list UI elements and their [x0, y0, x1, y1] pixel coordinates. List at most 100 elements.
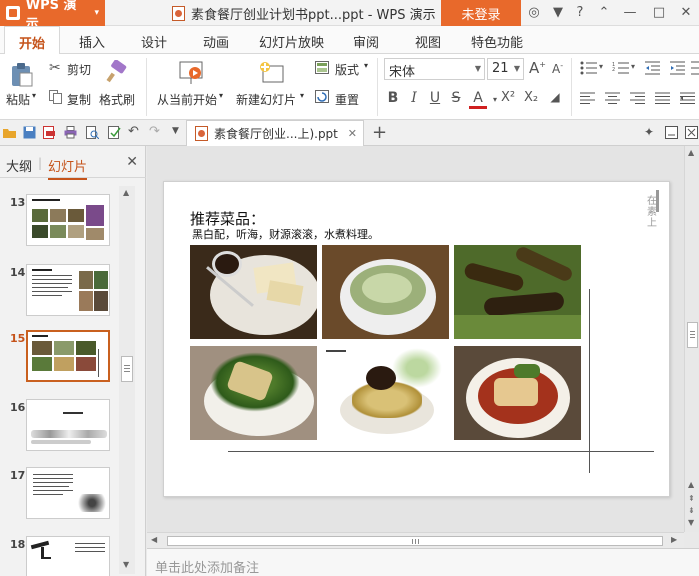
- tab-outline[interactable]: 大纲: [6, 156, 32, 175]
- canvas-horizontal-scrollbar[interactable]: ◀ ▶: [147, 532, 684, 548]
- canvas-vertical-scrollbar[interactable]: ▲ ▲ ⇞ ⇟ ▼: [684, 146, 699, 532]
- slide-subtitle[interactable]: 黑白配，听海，财源滚滚，水煮料理。: [192, 226, 379, 242]
- tab-insert[interactable]: 插入: [79, 32, 105, 51]
- slideshow-icon[interactable]: [178, 60, 206, 86]
- undo-icon[interactable]: ↶: [128, 124, 141, 139]
- layout-icon[interactable]: [315, 61, 329, 74]
- scrollbar-thumb[interactable]: [167, 536, 663, 546]
- dish-photo-stew[interactable]: [454, 346, 581, 440]
- italic-button[interactable]: I: [405, 90, 423, 106]
- font-color-button[interactable]: A: [469, 90, 487, 109]
- slide-thumbnail[interactable]: 14: [0, 264, 118, 320]
- align-left-icon[interactable]: [580, 92, 596, 104]
- increase-font-icon[interactable]: A+: [529, 59, 546, 77]
- from-current-dropdown-icon[interactable]: ▾: [219, 91, 223, 100]
- print-preview-icon[interactable]: [86, 126, 100, 140]
- underline-button[interactable]: U: [426, 90, 444, 106]
- slide-15[interactable]: 在素上 推荐菜品： 黑白配，听海，财源滚滚，水煮料理。: [163, 181, 670, 497]
- format-painter-button[interactable]: 格式刷: [99, 91, 135, 108]
- tab-slides[interactable]: 幻灯片: [48, 156, 88, 180]
- tab-home[interactable]: 开始: [4, 26, 61, 55]
- pin-icon[interactable]: ✦: [644, 125, 657, 139]
- cut-button[interactable]: 剪切: [67, 61, 91, 78]
- dish-photo-salad[interactable]: [190, 346, 317, 440]
- print-icon[interactable]: [64, 126, 77, 139]
- numbered-dropdown-icon[interactable]: ▾: [631, 62, 635, 71]
- add-tab-icon[interactable]: +: [372, 122, 387, 143]
- tab-review[interactable]: 审阅: [353, 32, 379, 51]
- decrease-font-icon[interactable]: A-: [552, 61, 563, 76]
- slides-panel-scrollbar[interactable]: ▲ ▼: [119, 186, 135, 574]
- slide-thumbnail[interactable]: 18: [0, 536, 118, 576]
- align-right-icon[interactable]: [630, 92, 646, 104]
- dish-photo-soup[interactable]: [322, 245, 449, 339]
- line-spacing-icon[interactable]: [690, 61, 699, 75]
- font-name-select[interactable]: 宋体 ▼: [384, 58, 485, 80]
- login-button[interactable]: 未登录: [441, 0, 521, 26]
- next-slide-icon[interactable]: ⇟: [688, 506, 695, 515]
- tab-animation[interactable]: 动画: [203, 32, 229, 51]
- new-slide-dropdown-icon[interactable]: ▾: [300, 91, 304, 100]
- minimize-doc-icon[interactable]: [665, 126, 678, 139]
- layout-dropdown-icon[interactable]: ▾: [364, 61, 368, 70]
- numbered-list-icon[interactable]: 12: [612, 61, 630, 75]
- align-center-icon[interactable]: [605, 92, 621, 104]
- shirt-icon[interactable]: ▼: [549, 4, 567, 22]
- bold-button[interactable]: B: [384, 90, 402, 106]
- tab-features[interactable]: 特色功能: [471, 32, 523, 51]
- tab-view[interactable]: 视图: [415, 32, 441, 51]
- dish-photo-tofu[interactable]: [190, 245, 317, 339]
- paste-dropdown-icon[interactable]: ▾: [32, 91, 36, 100]
- justify-icon[interactable]: [655, 92, 671, 104]
- tab-design[interactable]: 设计: [141, 32, 167, 51]
- from-current-button[interactable]: 从当前开始: [157, 91, 217, 108]
- scrollbar-thumb[interactable]: [687, 322, 698, 348]
- bullet-dropdown-icon[interactable]: ▾: [599, 62, 603, 71]
- layout-button[interactable]: 版式: [335, 61, 359, 78]
- help-icon[interactable]: ?: [571, 4, 589, 22]
- subscript-button[interactable]: X₂: [520, 90, 542, 105]
- spell-check-icon[interactable]: [108, 126, 121, 139]
- bullet-list-icon[interactable]: [580, 61, 598, 75]
- open-folder-icon[interactable]: [3, 126, 16, 139]
- close-icon[interactable]: ✕: [677, 4, 695, 22]
- text-effect-icon[interactable]: ◢: [546, 90, 564, 104]
- superscript-button[interactable]: X²: [497, 90, 519, 105]
- strikethrough-button[interactable]: S: [447, 90, 465, 106]
- new-slide-icon[interactable]: [258, 60, 286, 86]
- scroll-down-icon[interactable]: ▼: [688, 518, 694, 527]
- redo-icon[interactable]: ↷: [149, 124, 162, 139]
- close-tab-icon[interactable]: ✕: [348, 127, 357, 140]
- close-doc-icon[interactable]: [685, 126, 698, 139]
- reset-icon[interactable]: [315, 90, 329, 103]
- document-tab[interactable]: 素食餐厅创业...上).ppt ✕: [186, 120, 364, 146]
- slide-thumbnail[interactable]: 16: [0, 399, 118, 455]
- distributed-align-icon[interactable]: [680, 92, 696, 104]
- scroll-up-icon[interactable]: ▲: [123, 188, 129, 197]
- tab-slideshow[interactable]: 幻灯片放映: [259, 32, 324, 51]
- decrease-indent-icon[interactable]: [645, 61, 661, 75]
- skin-icon[interactable]: ◎: [525, 4, 543, 22]
- scroll-left-icon[interactable]: ◀: [151, 535, 157, 544]
- new-slide-button[interactable]: 新建幻灯片: [236, 91, 296, 108]
- save-icon[interactable]: [23, 126, 36, 139]
- maximize-icon[interactable]: □: [650, 4, 668, 22]
- increase-indent-icon[interactable]: [670, 61, 686, 75]
- notes-input[interactable]: 单击此处添加备注: [147, 548, 699, 576]
- font-size-select[interactable]: 21 ▼: [487, 58, 524, 80]
- copy-button[interactable]: 复制: [67, 91, 91, 108]
- paste-icon[interactable]: [10, 62, 34, 88]
- export-pdf-icon[interactable]: [43, 126, 56, 139]
- slide-thumbnail[interactable]: 17: [0, 467, 118, 523]
- scroll-right-icon[interactable]: ▶: [671, 535, 677, 544]
- dish-photo-eggplant[interactable]: [454, 245, 581, 339]
- scissors-icon[interactable]: ✂: [49, 60, 61, 76]
- minimize-icon[interactable]: —: [621, 4, 639, 22]
- collapse-ribbon-icon[interactable]: ⌃: [595, 4, 613, 22]
- scroll-down-icon[interactable]: ▼: [123, 560, 129, 569]
- close-icon[interactable]: ✕: [126, 154, 138, 170]
- reset-button[interactable]: 重置: [335, 91, 359, 108]
- scroll-up-icon[interactable]: ▲: [688, 480, 694, 489]
- scroll-up-icon[interactable]: ▲: [688, 148, 694, 157]
- app-menu-button[interactable]: WPS 演示 ▾: [0, 0, 105, 32]
